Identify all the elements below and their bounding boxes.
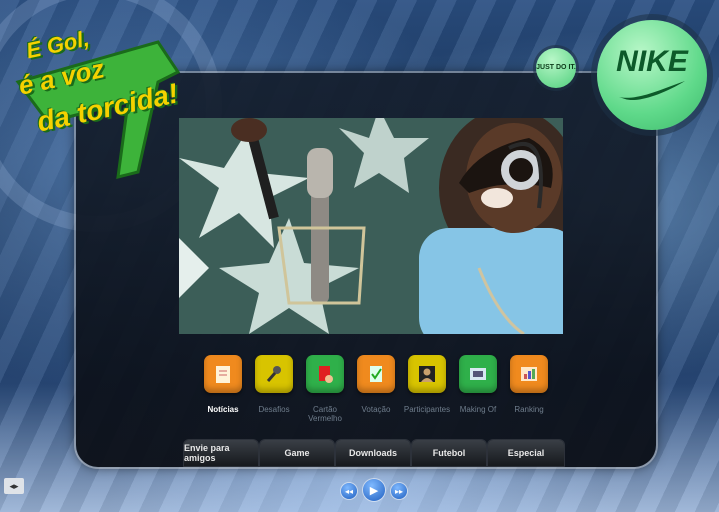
film-icon: [459, 355, 497, 393]
swoosh-icon: [619, 80, 685, 100]
menu-item-votacao[interactable]: Votação: [351, 355, 401, 414]
red-card-icon: [306, 355, 344, 393]
menu-item-noticias[interactable]: Notícias: [198, 355, 248, 414]
play-icon[interactable]: ▶: [363, 479, 385, 501]
just-do-it-badge[interactable]: JUST DO IT.: [536, 48, 576, 88]
tab-downloads[interactable]: Downloads: [336, 440, 410, 466]
featured-photo: [179, 118, 563, 334]
menu-label: Desafios: [258, 405, 290, 414]
rewind-icon[interactable]: ◂◂: [341, 483, 357, 499]
menu-item-ranking[interactable]: Ranking: [504, 355, 554, 414]
scroll-arrows-icon[interactable]: ◂▸: [4, 478, 24, 494]
main-menu: Notícias Desafios Cartão Vermelho Votaçã…: [198, 355, 558, 425]
campaign-logo[interactable]: É Gol, é a voz da torcida!: [8, 12, 188, 179]
menu-item-cartao-vermelho[interactable]: Cartão Vermelho: [300, 355, 350, 423]
microphone-icon: [255, 355, 293, 393]
nike-logo-badge[interactable]: NIKE: [597, 20, 707, 130]
menu-label: Ranking: [514, 405, 544, 414]
menu-label: Cartão Vermelho: [308, 405, 342, 423]
slogan-text: JUST DO IT.: [536, 64, 576, 71]
menu-label: Notícias: [207, 405, 239, 414]
bottom-tabs: Envie para amigos Game Downloads Futebol…: [184, 440, 564, 466]
menu-item-making-of[interactable]: Making Of: [453, 355, 503, 414]
menu-item-participantes[interactable]: Participantes: [402, 355, 452, 414]
person-icon: [408, 355, 446, 393]
menu-item-desafios[interactable]: Desafios: [249, 355, 299, 414]
menu-label: Votação: [361, 405, 391, 414]
tab-game[interactable]: Game: [260, 440, 334, 466]
nike-wordmark: NIKE: [616, 44, 688, 78]
menu-label: Making Of: [459, 405, 497, 414]
forward-icon[interactable]: ▸▸: [391, 483, 407, 499]
tab-especial[interactable]: Especial: [488, 440, 564, 466]
chart-icon: [510, 355, 548, 393]
vote-icon: [357, 355, 395, 393]
menu-label: Participantes: [403, 405, 451, 414]
notepad-icon: [204, 355, 242, 393]
tab-futebol[interactable]: Futebol: [412, 440, 486, 466]
tab-envie-para-amigos[interactable]: Envie para amigos: [184, 440, 258, 466]
